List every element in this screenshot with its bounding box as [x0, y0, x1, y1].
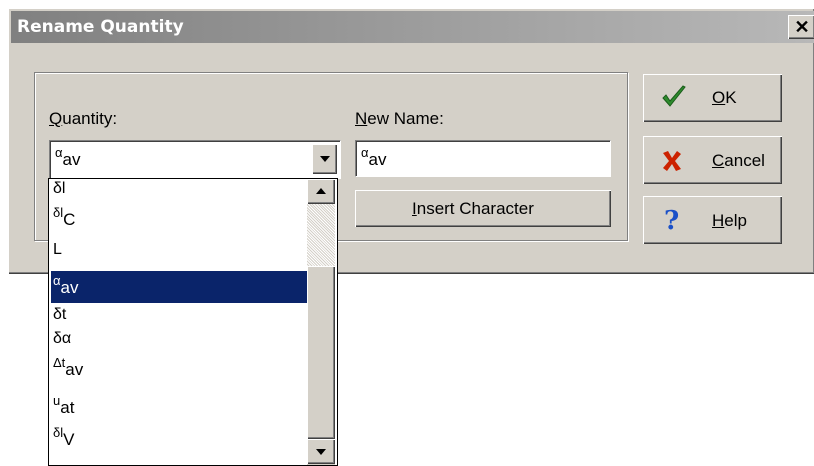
list-item[interactable]: δl	[51, 180, 307, 207]
scroll-up-button[interactable]	[307, 179, 335, 204]
scroll-thumb[interactable]	[307, 266, 335, 439]
quantity-label: Quantity:	[49, 109, 118, 128]
scroll-down-button[interactable]	[307, 439, 335, 464]
list-item[interactable]: L	[51, 241, 307, 268]
insert-character-button[interactable]: Insert Character	[355, 190, 611, 227]
x-icon	[660, 149, 684, 178]
list-item[interactable]: δlV	[51, 425, 307, 452]
list-scrollbar[interactable]	[307, 179, 335, 465]
ok-button[interactable]: OK	[643, 74, 782, 122]
close-icon: ✕	[794, 17, 810, 37]
list-item[interactable]: δlC	[51, 205, 307, 232]
close-button[interactable]: ✕	[788, 15, 814, 39]
question-icon: ?	[664, 206, 680, 236]
new-name-input[interactable]: αav	[355, 140, 611, 177]
list-item-selected[interactable]: αav	[50, 270, 308, 304]
check-icon	[660, 83, 688, 116]
new-name-label: New Name:	[355, 109, 444, 128]
quantity-selected-value: αav	[55, 145, 81, 169]
title-bar[interactable]: Rename Quantity ✕	[11, 11, 814, 43]
list-item[interactable]: uat	[51, 393, 307, 420]
list-item[interactable]: δα	[51, 330, 307, 357]
quantity-dropdown-list[interactable]: δl δlC L αav δt δα Δtav uat δlV	[48, 178, 338, 466]
chevron-up-icon	[316, 188, 326, 194]
quantity-dropdown-button[interactable]	[312, 144, 337, 174]
chevron-down-icon	[320, 156, 330, 162]
help-button[interactable]: ? Help	[643, 196, 782, 244]
quantity-combobox[interactable]: αav	[49, 140, 341, 179]
dialog-title: Rename Quantity	[17, 17, 184, 37]
scroll-track[interactable]	[307, 204, 335, 266]
new-name-value: αav	[361, 145, 387, 169]
cancel-button[interactable]: Cancel	[643, 136, 782, 184]
list-item[interactable]: Δtav	[51, 355, 307, 382]
chevron-down-icon	[316, 449, 326, 455]
list-item[interactable]: δt	[51, 306, 307, 333]
